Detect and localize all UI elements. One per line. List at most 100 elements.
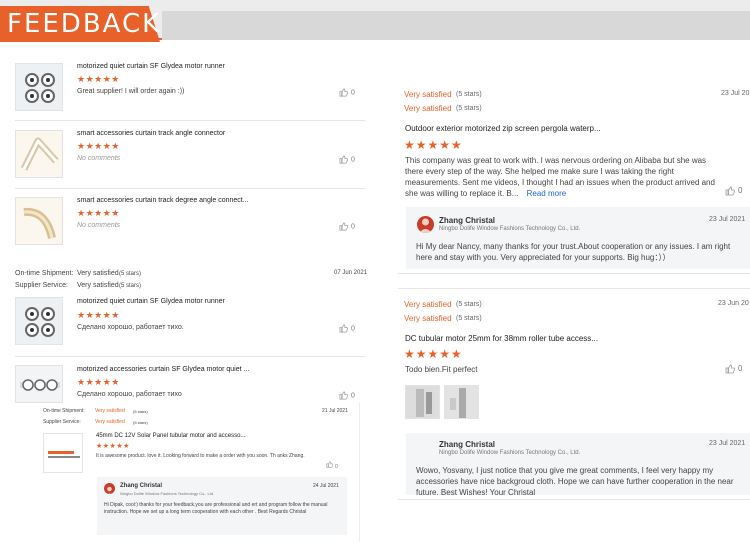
product-title[interactable]: motorized quiet curtain SF Glydea motor … xyxy=(77,63,225,70)
avatar xyxy=(417,216,434,233)
thumbs-up-icon xyxy=(725,186,735,196)
like-count: 0 xyxy=(351,156,355,164)
service-value: Very satisfied xyxy=(404,104,452,113)
review-photo[interactable] xyxy=(405,385,440,419)
service-stars: (5 stars) xyxy=(456,105,482,112)
service-stars: (5 stars) xyxy=(119,283,142,289)
product-thumbnail[interactable] xyxy=(15,130,63,178)
review-text: No comments xyxy=(77,155,121,162)
product-thumbnail[interactable] xyxy=(15,63,63,111)
thumbs-up-icon xyxy=(339,222,348,231)
reply-date: 23 Jul 2021 xyxy=(709,216,746,223)
reply-name: Zhang Christal xyxy=(439,216,496,225)
nested-reply-text: Hi Dipak, cool:) thanks for your feedbac… xyxy=(104,502,328,515)
product-thumbnail[interactable] xyxy=(15,297,63,345)
thumbs-up-icon xyxy=(339,155,348,164)
product-title[interactable]: motorized accessories curtain SF Glydea … xyxy=(77,366,249,373)
rating-stars: ★★★★★ xyxy=(77,141,120,151)
nested-shipment-stars: (5 stars) xyxy=(133,409,148,414)
review-date: 23 Jun 20 xyxy=(718,300,749,307)
review-photo-image xyxy=(406,386,439,418)
product-thumbnail[interactable] xyxy=(15,197,63,245)
product-title[interactable]: Outdoor exterior motorized zip screen pe… xyxy=(405,124,601,133)
divider xyxy=(15,188,365,189)
divider xyxy=(15,356,365,357)
divider xyxy=(15,120,365,121)
like-count: 0 xyxy=(351,325,355,333)
like-button[interactable]: 0 xyxy=(339,155,355,164)
product-title[interactable]: smart accessories curtain track degree a… xyxy=(77,197,249,204)
review-body: This company was great to work with. I w… xyxy=(405,155,725,199)
like-button[interactable]: 0 xyxy=(339,88,355,97)
nested-reply-date: 24 Jul 2021 xyxy=(313,483,339,489)
review-date: 23 Jul 20 xyxy=(721,90,750,97)
like-count: 0 xyxy=(351,223,355,231)
service-label: Supplier Service: xyxy=(15,282,68,289)
shipment-label: On-time Shipment: xyxy=(15,270,74,277)
review-text: Todo bien.Fit perfect xyxy=(405,365,478,374)
shipment-value: Very satisfied xyxy=(77,270,119,277)
reply-text: Wowo, Yosvany, I just notice that you gi… xyxy=(416,466,734,497)
nested-date: 21 Jul 2021 xyxy=(322,408,348,414)
banner-gray-band xyxy=(162,11,750,40)
rating-stars: ★★★★★ xyxy=(77,310,120,320)
avatar-icon xyxy=(419,218,432,233)
service-stars: (5 stars) xyxy=(456,315,482,322)
angle-connector-image xyxy=(16,131,62,177)
read-more-link[interactable]: Read more xyxy=(527,189,567,198)
review-text: No comments xyxy=(77,222,121,229)
thumbs-up-icon xyxy=(326,461,333,468)
thumbs-up-icon xyxy=(339,324,348,333)
rating-stars: ★★★★★ xyxy=(77,74,120,84)
like-count: 0 xyxy=(351,392,355,400)
review-photo[interactable] xyxy=(444,385,479,419)
nested-review-text: It is awesome product. love it. Looking … xyxy=(96,453,305,459)
review-photo-image xyxy=(445,386,478,418)
like-button[interactable]: 0 xyxy=(725,364,742,374)
rating-stars: ★★★★★ xyxy=(77,377,120,387)
rating-stars: ★★★★★ xyxy=(404,138,463,152)
like-button[interactable]: 0 xyxy=(339,222,355,231)
reply-name: Zhang Christal xyxy=(439,440,496,449)
product-title[interactable]: motorized quiet curtain SF Glydea motor … xyxy=(77,298,225,305)
product-thumbnail[interactable] xyxy=(43,433,83,473)
shipment-stars: (5 stars) xyxy=(119,271,142,277)
review-text: Сделано хорошо, работает тихо xyxy=(77,391,182,398)
shipment-stars: (5 stars) xyxy=(456,301,482,308)
product-thumbnail[interactable] xyxy=(15,365,63,403)
shipment-stars: (5 stars) xyxy=(456,91,482,98)
service-value: Very satisfied xyxy=(77,282,119,289)
page-title: FEEDBACK xyxy=(7,9,162,39)
like-count: 0 xyxy=(738,186,743,195)
reply-company: Ningbo Dolife Window Fashions Technology… xyxy=(439,226,581,232)
motor-accessories-image xyxy=(16,366,62,402)
product-title[interactable]: smart accessories curtain track angle co… xyxy=(77,130,225,137)
nested-service-stars: (5 stars) xyxy=(133,420,148,425)
thumbs-up-icon xyxy=(725,364,735,374)
review-text: Сделано хорошо, работает тихо. xyxy=(77,324,184,331)
reply-company: Ningbo Dolife Window Fashions Technology… xyxy=(439,450,581,456)
like-button[interactable]: 0 xyxy=(725,186,742,196)
nested-shipment-label: On-time Shipment: xyxy=(43,408,85,414)
motor-runner-image xyxy=(16,64,62,110)
solar-tubular-motor-image xyxy=(44,434,82,472)
nested-rating-stars: ★★★★★ xyxy=(96,443,130,450)
like-count: 0 xyxy=(738,364,743,373)
product-title[interactable]: DC tubular motor 25mm for 38mm roller tu… xyxy=(405,334,598,343)
service-value: Very satisfied xyxy=(404,314,452,323)
nested-product-title[interactable]: 45mm DC 12V Solar Panel tubular motor an… xyxy=(96,433,245,439)
nested-reply-company: Ningbo Dolife Window Fashions Technology… xyxy=(120,491,215,496)
review-date: 07 Jun 2021 xyxy=(334,270,368,276)
shipment-value: Very satisfied xyxy=(404,300,452,309)
like-button[interactable]: 0 xyxy=(339,391,355,400)
review-text: Great supplier! I will order again :)) xyxy=(77,88,185,95)
thumbs-up-icon xyxy=(339,88,348,97)
reply-text: Hi My dear Nancy, many thanks for your t… xyxy=(416,242,731,262)
nested-reply-name: Zhang Christal xyxy=(120,483,163,489)
like-button[interactable]: 0 xyxy=(339,324,355,333)
rating-stars: ★★★★★ xyxy=(77,208,120,218)
like-count: 0 xyxy=(351,89,355,97)
nested-service-value: Very satisfied xyxy=(95,419,125,425)
nested-like-button[interactable]: 0 xyxy=(326,461,338,470)
nested-shipment-value: Very satisfied xyxy=(95,408,125,414)
